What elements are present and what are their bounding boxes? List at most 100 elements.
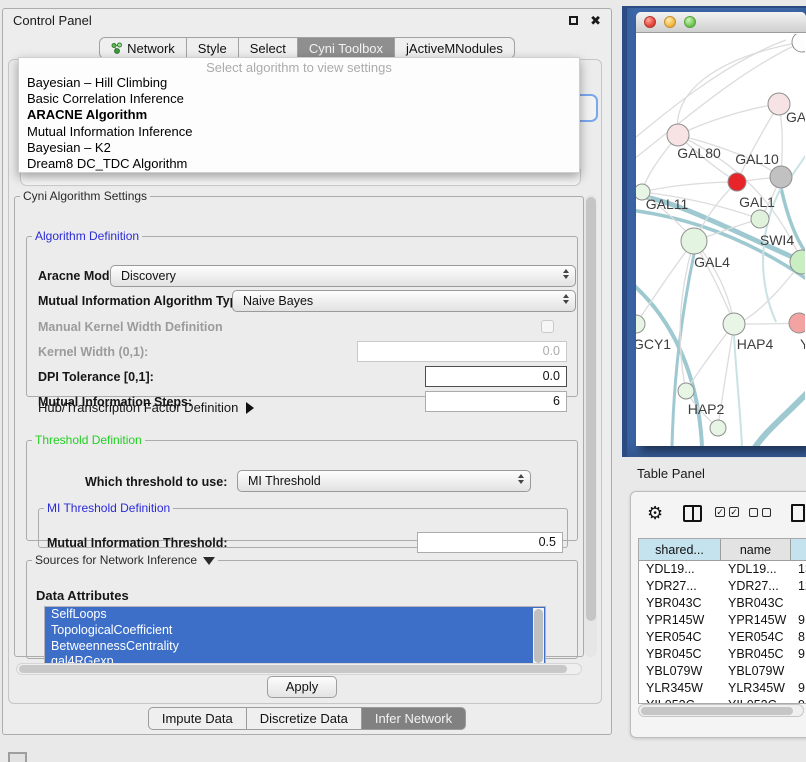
table-cell[interactable]: YBR043C [639, 595, 721, 612]
network-node-hap2[interactable] [678, 383, 694, 399]
table-horizontal-scrollbar[interactable] [638, 704, 804, 717]
table-cell[interactable]: YLR345W [721, 680, 791, 697]
attribute-item-betweennesscentrality[interactable]: BetweennessCentrality [45, 639, 545, 655]
network-edge[interactable] [642, 182, 737, 192]
column-header-a[interactable]: A [791, 539, 806, 561]
table-cell[interactable]: YER054C [721, 629, 791, 646]
network-edge[interactable] [677, 42, 802, 135]
network-edge[interactable] [636, 241, 694, 324]
float-window-icon[interactable] [569, 16, 578, 25]
mi-type-select[interactable]: Naive Bayes [232, 290, 576, 312]
table-cell[interactable]: YPR145W [721, 612, 791, 629]
table-cell[interactable]: 8. [791, 629, 806, 646]
algorithm-option-dream8-dc-tdc-algorithm[interactable]: Dream8 DC_TDC Algorithm [19, 156, 579, 172]
network-node-y[interactable] [789, 313, 805, 333]
table-row[interactable]: YBL079WYBL079W [639, 663, 806, 680]
network-edge[interactable] [672, 254, 694, 446]
table-cell[interactable]: YPR145W [639, 612, 721, 629]
algorithm-option-aracne-algorithm[interactable]: ARACNE Algorithm [19, 107, 579, 123]
table-cell[interactable] [791, 595, 806, 612]
attribute-item-selfloops[interactable]: SelfLoops [45, 607, 545, 623]
aracne-mode-select[interactable]: Discovery [110, 265, 576, 287]
table-cell[interactable]: 9. [791, 697, 806, 704]
algorithm-option-bayesian-k2[interactable]: Bayesian – K2 [19, 140, 579, 156]
table-cell[interactable]: YBR043C [721, 595, 791, 612]
hub-definition-expander[interactable]: Hub/Transcription Factor Definition [38, 400, 254, 415]
table-cell[interactable]: 12 [791, 578, 806, 595]
attribute-list-scrollbar[interactable] [533, 608, 544, 670]
column-header-shared[interactable]: shared... [639, 539, 721, 561]
table-cell[interactable]: YER054C [639, 629, 721, 646]
table-row[interactable]: YIL052CYIL052C9. [639, 697, 806, 704]
network-node-gal80[interactable] [667, 124, 689, 146]
table-cell[interactable]: 9. [791, 612, 806, 629]
table-cell[interactable]: YDL19... [721, 561, 791, 578]
table-cell[interactable]: YDR27... [639, 578, 721, 595]
gear-icon[interactable]: ⚙ [647, 502, 663, 524]
network-edge[interactable] [636, 282, 702, 446]
algorithm-option-mutual-information-inference[interactable]: Mutual Information Inference [19, 124, 579, 140]
algorithm-option-basic-correlation-inference[interactable]: Basic Correlation Inference [19, 91, 579, 107]
table-cell[interactable]: 9. [791, 680, 806, 697]
table-row[interactable]: YDR27...YDR27...12 [639, 578, 806, 595]
table-cell[interactable]: YIL052C [639, 697, 721, 704]
table-row[interactable]: YDL19...YDL19...13 [639, 561, 806, 578]
network-edge[interactable] [752, 392, 805, 446]
settings-vertical-scrollbar[interactable] [584, 195, 597, 657]
table-cell[interactable]: 13 [791, 561, 806, 578]
bottom-tab-impute-data[interactable]: Impute Data [148, 707, 247, 730]
network-canvas[interactable]: GALGAL80GAL10GAL11GAL1SWI4GAL4GCY1HAP4YH… [636, 34, 806, 446]
network-node[interactable] [770, 166, 792, 188]
mi-steps-field[interactable]: 6 [425, 391, 567, 412]
tab-cyni-toolbox[interactable]: Cyni Toolbox [298, 37, 395, 59]
tab-select[interactable]: Select [239, 37, 298, 59]
network-node-gal10[interactable] [728, 173, 746, 191]
tab-network[interactable]: Network [99, 37, 187, 59]
table-cell[interactable]: 9. [791, 646, 806, 663]
apply-button[interactable]: Apply [267, 676, 337, 698]
sources-title[interactable]: Sources for Network Inference [32, 553, 218, 567]
table-row[interactable]: YBR043CYBR043C [639, 595, 806, 612]
dpi-tolerance-field[interactable]: 0.0 [425, 366, 567, 387]
table-cell[interactable] [791, 663, 806, 680]
table-cell[interactable]: YBL079W [721, 663, 791, 680]
network-node-gal1[interactable] [751, 210, 769, 228]
tab-jactivemnodules[interactable]: jActiveMNodules [395, 37, 515, 59]
network-node-gal4[interactable] [681, 228, 707, 254]
table-cell[interactable]: YDL19... [639, 561, 721, 578]
zoom-traffic-light-icon[interactable] [684, 16, 696, 28]
table-cell[interactable]: YBR045C [721, 646, 791, 663]
kernel-width-field[interactable]: 0.0 [357, 341, 567, 362]
table-cell[interactable]: YIL052C [721, 697, 791, 704]
algorithm-option-bayesian-hill-climbing[interactable]: Bayesian – Hill Climbing [19, 75, 579, 91]
bottom-tab-infer-network[interactable]: Infer Network [362, 707, 466, 730]
mi-threshold-field[interactable]: 0.5 [417, 532, 563, 553]
close-traffic-light-icon[interactable] [644, 16, 656, 28]
deselect-all-columns-icon[interactable] [749, 508, 771, 517]
manual-kernel-checkbox[interactable] [541, 320, 554, 333]
which-threshold-select[interactable]: MI Threshold [237, 470, 531, 492]
attribute-item-topologicalcoefficient[interactable]: TopologicalCoefficient [45, 623, 545, 639]
close-icon[interactable]: ✖ [590, 14, 601, 27]
settings-horizontal-scrollbar[interactable] [16, 663, 582, 675]
table-cell[interactable]: YBR045C [639, 646, 721, 663]
network-node[interactable] [710, 420, 726, 436]
columns-icon[interactable] [683, 505, 702, 522]
tab-style[interactable]: Style [187, 37, 239, 59]
network-node-gcy1[interactable] [636, 315, 645, 333]
table-row[interactable]: YER054CYER054C8. [639, 629, 806, 646]
minimize-traffic-light-icon[interactable] [664, 16, 676, 28]
network-edge[interactable] [686, 324, 734, 391]
table-row[interactable]: YBR045CYBR045C9. [639, 646, 806, 663]
network-node-hap4[interactable] [723, 313, 745, 335]
network-node[interactable] [792, 34, 805, 52]
table-cell[interactable]: YBL079W [639, 663, 721, 680]
bottom-tab-discretize-data[interactable]: Discretize Data [247, 707, 362, 730]
network-edge[interactable] [636, 40, 786, 142]
column-header-name[interactable]: name [721, 539, 791, 561]
table-row[interactable]: YPR145WYPR145W9. [639, 612, 806, 629]
network-window-titlebar[interactable] [636, 12, 806, 33]
table-cell[interactable]: YDR27... [721, 578, 791, 595]
export-table-icon[interactable] [791, 504, 805, 522]
table-row[interactable]: YLR345WYLR345W9. [639, 680, 806, 697]
